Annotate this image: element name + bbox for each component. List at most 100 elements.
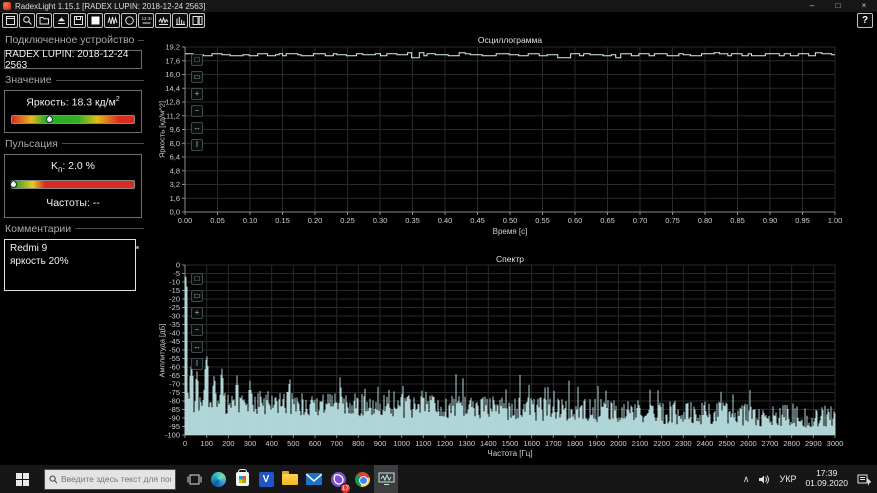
svg-text:-40: -40 — [169, 329, 180, 338]
taskbar-search[interactable] — [44, 468, 176, 490]
viber-app-button[interactable]: 17 — [326, 465, 351, 493]
device-name: RADEX LUPIN: 2018-12-24 2563 — [4, 49, 142, 71]
svg-text:19,2: 19,2 — [165, 43, 180, 52]
scale-vertical-icon[interactable]: I — [191, 139, 203, 151]
svg-text:2000: 2000 — [610, 439, 627, 448]
connect-device-button[interactable] — [53, 13, 69, 28]
mail-app-button[interactable] — [302, 465, 326, 493]
zoom-out-icon[interactable]: − — [191, 324, 203, 336]
pulsation-value: Kп: 2.0 % — [50, 159, 96, 174]
spectrum-view-button[interactable] — [172, 13, 188, 28]
show-hidden-icons-button[interactable]: ∧ — [743, 474, 750, 485]
svg-text:1400: 1400 — [480, 439, 497, 448]
svg-text:0.45: 0.45 — [470, 216, 485, 225]
svg-text:500: 500 — [287, 439, 300, 448]
keyboard-language[interactable]: УКР — [779, 474, 796, 484]
oscillogram-button[interactable] — [104, 13, 120, 28]
comments-input[interactable]: Redmi 9 яркость 20% — [4, 238, 136, 291]
svg-text:0.85: 0.85 — [730, 216, 745, 225]
windows-logo-icon — [15, 472, 29, 486]
svg-text:0.05: 0.05 — [210, 216, 225, 225]
svg-text:400: 400 — [265, 439, 278, 448]
scale-vertical-icon[interactable]: I — [191, 358, 203, 370]
spectrum-plot[interactable]: 0 100 200 300 400 500 600 700 800 900 1000 1100 1200… — [150, 252, 877, 463]
svg-text:12:34: 12:34 — [141, 16, 152, 21]
svg-text:2900: 2900 — [805, 439, 822, 448]
layout-button[interactable] — [189, 13, 205, 28]
notification-center-icon[interactable] — [857, 473, 871, 486]
comments-section-title: Комментарии — [5, 223, 144, 235]
new-window-button[interactable] — [2, 13, 18, 28]
svg-text:1300: 1300 — [458, 439, 475, 448]
svg-text:-90: -90 — [169, 414, 180, 423]
svg-text:1500: 1500 — [502, 439, 519, 448]
main-toolbar: 12:34 ? — [0, 12, 877, 29]
mail-icon — [306, 473, 322, 485]
zoom-in-icon[interactable]: + — [191, 88, 203, 100]
zoom-in-icon[interactable]: + — [191, 307, 203, 319]
brightness-marker-icon — [44, 114, 55, 124]
svg-text:-65: -65 — [169, 371, 180, 380]
svg-text:0.30: 0.30 — [373, 216, 388, 225]
search-input[interactable] — [61, 474, 171, 484]
svg-text:-80: -80 — [169, 397, 180, 406]
svg-text:-15: -15 — [169, 286, 180, 295]
pan-horizontal-icon[interactable]: ↔ — [191, 122, 203, 134]
pulsation-scale — [8, 179, 135, 190]
svg-text:0.70: 0.70 — [633, 216, 648, 225]
oscillogram-x-label: Время [с] — [492, 227, 528, 236]
svg-text:0,0: 0,0 — [170, 208, 180, 217]
brightness-value: Яркость: 18.3 кд/м2 — [26, 96, 120, 109]
record-button[interactable] — [121, 13, 137, 28]
oscillogram-plot[interactable]: 0.00 0.05 0.10 0.15 0.20 0.25 0.30 0.35 0.40 0.45… — [150, 33, 877, 240]
zoom-reset-icon[interactable]: □ — [191, 54, 203, 66]
volume-icon[interactable] — [758, 474, 770, 485]
svg-text:0.55: 0.55 — [535, 216, 550, 225]
v-app-icon: V — [258, 471, 274, 487]
zoom-out-icon[interactable]: − — [191, 105, 203, 117]
svg-text:1600: 1600 — [523, 439, 540, 448]
svg-text:1800: 1800 — [567, 439, 584, 448]
device-search-button[interactable] — [19, 13, 35, 28]
clock[interactable]: 17:39 01.09.2020 — [805, 468, 848, 489]
oscillogram-chart: 0.00 0.05 0.10 0.15 0.20 0.25 0.30 0.35 0.40 0.45… — [150, 33, 877, 240]
svg-text:0.50: 0.50 — [503, 216, 518, 225]
svg-text:100: 100 — [200, 439, 213, 448]
v-app-button[interactable]: V — [254, 465, 278, 493]
app-icon — [3, 2, 11, 10]
waveform-view-button[interactable] — [155, 13, 171, 28]
zoom-reset-icon[interactable]: □ — [191, 273, 203, 285]
zoom-box-icon[interactable]: ▭ — [191, 71, 203, 83]
resize-grip[interactable] — [136, 246, 139, 249]
minimize-button[interactable]: – — [799, 0, 825, 12]
comment-line: Redmi 9 — [10, 242, 48, 254]
white-screen-button[interactable] — [87, 13, 103, 28]
close-button[interactable]: × — [851, 0, 877, 12]
store-app-button[interactable] — [230, 465, 254, 493]
pan-horizontal-icon[interactable]: ↔ — [191, 341, 203, 353]
svg-text:0.20: 0.20 — [308, 216, 323, 225]
start-button[interactable] — [0, 465, 44, 493]
oscillogram-title: Осциллограмма — [477, 35, 543, 45]
task-view-button[interactable] — [182, 465, 206, 493]
svg-text:0: 0 — [176, 261, 180, 270]
svg-text:11,2: 11,2 — [166, 111, 180, 120]
svg-text:-55: -55 — [169, 354, 180, 363]
svg-text:1900: 1900 — [588, 439, 605, 448]
help-button[interactable]: ? — [857, 13, 873, 28]
file-explorer-button[interactable] — [278, 465, 302, 493]
radexlight-app-button[interactable] — [374, 465, 398, 493]
edge-app-button[interactable] — [206, 465, 230, 493]
zoom-box-icon[interactable]: ▭ — [191, 290, 203, 302]
chrome-app-button[interactable] — [350, 465, 374, 493]
svg-text:-75: -75 — [169, 388, 180, 397]
open-file-button[interactable] — [36, 13, 52, 28]
svg-text:-35: -35 — [169, 320, 180, 329]
window-titlebar: RadexLight 1.15.1 [RADEX LUPIN: 2018-12-… — [0, 0, 877, 12]
measurements-button[interactable]: 12:34 — [138, 13, 154, 28]
save-button[interactable] — [70, 13, 86, 28]
svg-text:0.10: 0.10 — [243, 216, 258, 225]
svg-text:1700: 1700 — [545, 439, 562, 448]
maximize-button[interactable]: □ — [825, 0, 851, 12]
svg-text:0.35: 0.35 — [405, 216, 420, 225]
